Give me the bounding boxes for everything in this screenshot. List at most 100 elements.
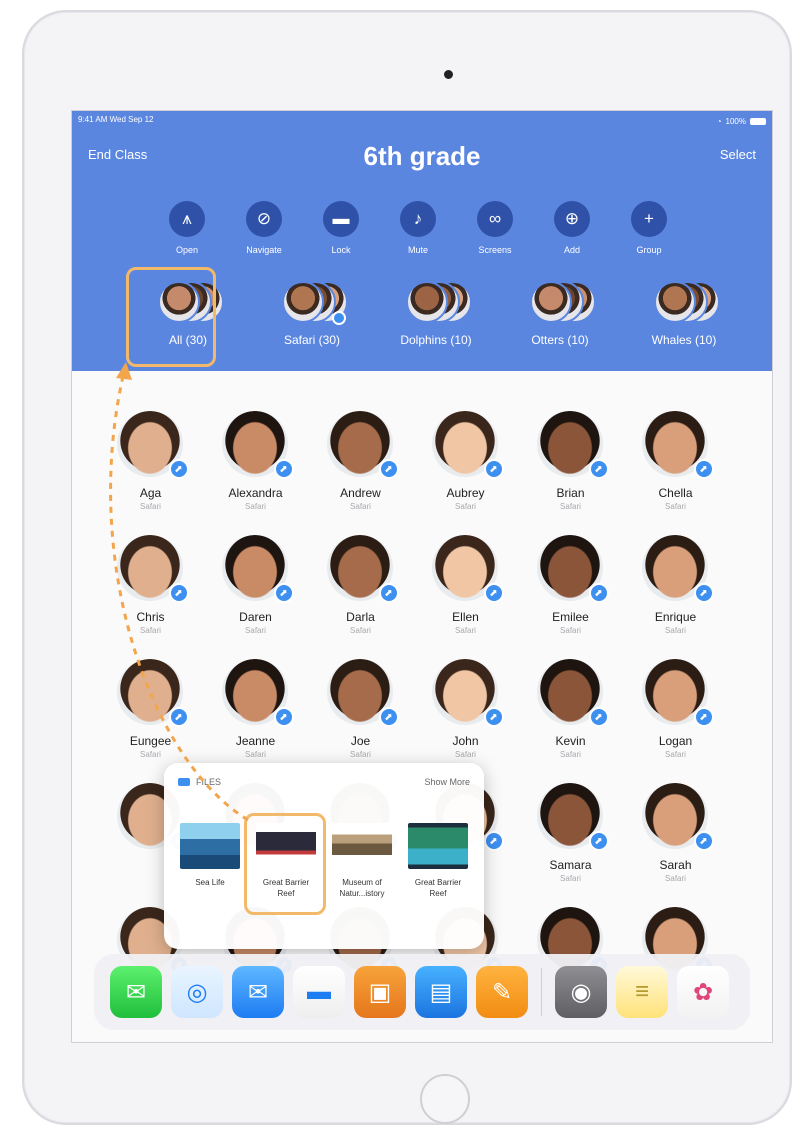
safari-badge-icon: ⬈: [378, 459, 399, 479]
safari-badge-icon: ⬈: [168, 459, 189, 479]
student-tile[interactable]: ⬈ Sarah Safari: [623, 783, 728, 883]
student-tile[interactable]: ⬈ Daren Safari: [203, 535, 308, 635]
student-tile[interactable]: ⬈ Aga Safari: [98, 411, 203, 511]
student-app: Safari: [665, 874, 686, 883]
student-tile[interactable]: ⬈ Darla Safari: [308, 535, 413, 635]
compass-icon: ⊘: [246, 201, 282, 237]
student-tile[interactable]: ⬈ Chris Safari: [98, 535, 203, 635]
battery-percent: 100%: [725, 116, 746, 126]
student-app: Safari: [665, 502, 686, 511]
select-button[interactable]: Select: [720, 147, 756, 162]
student-tile[interactable]: ⬈ John Safari: [413, 659, 518, 759]
safari-badge-icon: ⬈: [483, 831, 504, 851]
plus-icon: +: [631, 201, 667, 237]
group-item[interactable]: Safari (30): [250, 279, 374, 347]
student-tile[interactable]: ⬈ Andrew Safari: [308, 411, 413, 511]
keynote-icon[interactable]: ▤: [415, 966, 467, 1018]
group-item[interactable]: Dolphins (10): [374, 279, 498, 347]
student-tile[interactable]: ⬈ Eungee Safari: [98, 659, 203, 759]
folder-icon: [178, 778, 190, 786]
file-item[interactable]: Sea Life: [174, 823, 246, 899]
home-button[interactable]: [420, 1074, 470, 1124]
show-more-link[interactable]: Show More: [424, 777, 470, 787]
files-popup-header: FILES Show More: [178, 777, 470, 787]
avatar-wrap: ⬈: [326, 659, 399, 727]
action-navigate-button[interactable]: ⊘ Navigate: [245, 201, 283, 255]
files-icon[interactable]: ▬: [293, 966, 345, 1018]
student-tile[interactable]: ⬈ Logan Safari: [623, 659, 728, 759]
messages-icon[interactable]: ✉: [110, 966, 162, 1018]
avatar-wrap: ⬈: [641, 535, 714, 603]
photos-icon[interactable]: ✿: [677, 966, 729, 1018]
binoculars-icon: ∞: [477, 201, 513, 237]
notes-icon[interactable]: ≡: [616, 966, 668, 1018]
safari-badge-icon: ⬈: [273, 707, 294, 727]
status-time: 9:41 AM: [78, 115, 108, 124]
student-app: Safari: [455, 750, 476, 759]
group-label: Otters (10): [531, 333, 589, 347]
avatar-wrap: ⬈: [116, 411, 189, 479]
student-tile[interactable]: ⬈ Aubrey Safari: [413, 411, 518, 511]
avatar: [406, 281, 448, 323]
student-app: Safari: [560, 626, 581, 635]
avatar-wrap: ⬈: [116, 535, 189, 603]
student-tile[interactable]: ⬈ Alexandra Safari: [203, 411, 308, 511]
student-name: Logan: [658, 734, 693, 748]
avatar-wrap: ⬈: [116, 659, 189, 727]
action-open-button[interactable]: ⩚ Open: [168, 201, 206, 255]
battery-icon: [750, 117, 766, 125]
student-app: Safari: [560, 874, 581, 883]
pages-icon[interactable]: ✎: [476, 966, 528, 1018]
student-app: Safari: [245, 626, 266, 635]
safari-badge-icon: ⬈: [168, 707, 189, 727]
student-tile[interactable]: ⬈ Ellen Safari: [413, 535, 518, 635]
student-tile[interactable]: ⬈ Brian Safari: [518, 411, 623, 511]
student-app: Safari: [665, 626, 686, 635]
student-tile[interactable]: ⬈ Joe Safari: [308, 659, 413, 759]
status-date: Wed Sep 12: [109, 115, 154, 124]
action-lock-button[interactable]: ▬ Lock: [322, 201, 360, 255]
avatar: [530, 281, 572, 323]
all-group-highlight: [126, 267, 216, 367]
camera-icon[interactable]: ◉: [555, 966, 607, 1018]
group-item[interactable]: Whales (10): [622, 279, 746, 347]
safari-badge-icon: ⬈: [483, 583, 504, 603]
presentation-icon[interactable]: ▣: [354, 966, 406, 1018]
avatar-wrap: ⬈: [536, 535, 609, 603]
page-title: 6th grade: [363, 141, 481, 171]
status-bar: 9:41 AM Wed Sep 12 ◔ 100%: [78, 115, 766, 127]
student-name: Jeanne: [235, 734, 276, 748]
student-tile[interactable]: ⬈ Emilee Safari: [518, 535, 623, 635]
screen: 9:41 AM Wed Sep 12 ◔ 100% End Class 6th …: [71, 110, 773, 1043]
file-item[interactable]: Great Barrier Reef: [402, 823, 474, 899]
group-avatars: [644, 279, 724, 327]
action-mute-button[interactable]: ♪ Mute: [399, 201, 437, 255]
student-tile[interactable]: ⬈ Enrique Safari: [623, 535, 728, 635]
files-popup: FILES Show More Sea Life Great Barrier Re…: [164, 763, 484, 949]
file-item[interactable]: Museum of Natur...istory: [326, 823, 398, 899]
avatar-wrap: ⬈: [641, 783, 714, 851]
action-group-button[interactable]: + Group: [630, 201, 668, 255]
file-label: Sea Life: [195, 878, 225, 887]
mail-icon[interactable]: ✉: [232, 966, 284, 1018]
dock: ✉ ◎ ✉ ▬ ▣ ▤ ✎ ◉ ≡ ✿: [94, 954, 750, 1030]
student-tile[interactable]: ⬈ Kevin Safari: [518, 659, 623, 759]
safari-badge-icon: ⬈: [483, 459, 504, 479]
group-item[interactable]: Otters (10): [498, 279, 622, 347]
student-app: Safari: [560, 502, 581, 511]
action-add-button[interactable]: ⊕ Add: [553, 201, 591, 255]
safari-icon[interactable]: ◎: [171, 966, 223, 1018]
student-tile[interactable]: ⬈ Samara Safari: [518, 783, 623, 883]
group-avatars: [396, 279, 476, 327]
file-thumbnail: [408, 823, 468, 869]
student-app: Safari: [140, 502, 161, 511]
avatar: [654, 281, 696, 323]
student-tile[interactable]: ⬈ Jeanne Safari: [203, 659, 308, 759]
dock-separator: [541, 968, 542, 1016]
avatar-wrap: ⬈: [221, 659, 294, 727]
avatar-wrap: ⬈: [431, 411, 504, 479]
group-label: Dolphins (10): [400, 333, 472, 347]
action-screens-button[interactable]: ∞ Screens: [476, 201, 514, 255]
file-highlight: [244, 813, 326, 915]
student-tile[interactable]: ⬈ Chella Safari: [623, 411, 728, 511]
